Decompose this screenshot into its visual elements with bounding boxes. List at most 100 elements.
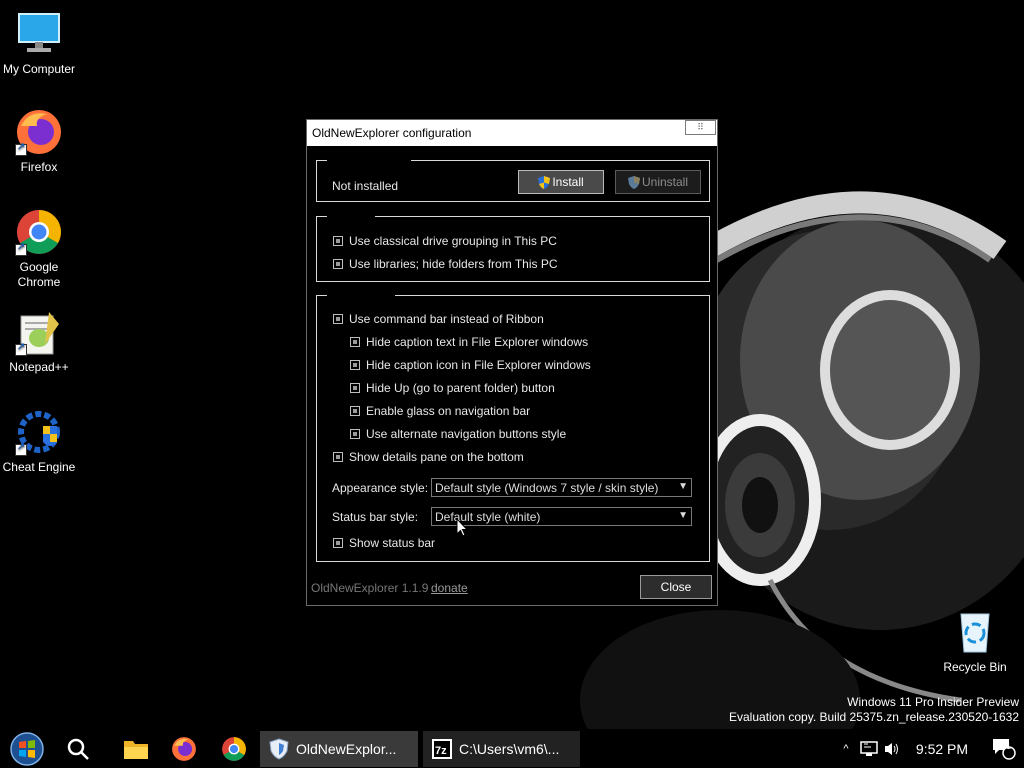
cheat-engine-icon [15, 408, 63, 456]
uac-shield-icon [627, 175, 640, 189]
close-button-label: Close [660, 580, 692, 594]
checkbox[interactable] [333, 452, 343, 462]
oldnewexplorer-icon [269, 738, 289, 760]
close-button[interactable]: Close [640, 575, 712, 599]
option-label: Hide Up (go to parent folder) button [366, 381, 555, 395]
file-explorer-icon [124, 740, 148, 759]
oldnewexplorer-config-dialog: OldNewExplorer configuration ⠿ Not insta… [306, 119, 718, 606]
taskbar-search-button[interactable] [58, 729, 98, 768]
option-label: Use libraries; hide folders from This PC [349, 257, 558, 271]
windows-watermark: Windows 11 Pro Insider Preview Evaluatio… [729, 695, 1019, 724]
taskbar-clock[interactable]: 9:52 PM [908, 729, 976, 768]
close-icon: ⠿ [697, 122, 704, 132]
volume-tray-button[interactable] [882, 729, 902, 768]
checkbox[interactable] [350, 383, 360, 393]
start-button[interactable] [6, 729, 48, 768]
taskbar: OldNewExplor... 7z C:\Users\vm6\... ^ 9:… [0, 729, 1024, 768]
desktop-icon-cheat-engine[interactable]: Cheat Engine [0, 408, 78, 475]
notification-badge: 1 [1006, 741, 1012, 751]
this-pc-group: Use classical drive grouping in This PC … [316, 210, 710, 282]
donate-link[interactable]: donate [431, 581, 468, 595]
version-text: OldNewExplorer 1.1.9 [311, 581, 429, 595]
install-button-label: Install [552, 175, 584, 189]
group-legend [327, 154, 411, 166]
desktop-icon-label: Google Chrome [17, 260, 61, 289]
desktop-icon-recycle-bin[interactable]: Recycle Bin [936, 608, 1014, 675]
mouse-cursor-icon [456, 518, 468, 537]
desktop-icon-notepadpp[interactable]: Notepad++ [0, 308, 78, 375]
search-icon [67, 738, 89, 760]
option-label: Use classical drive grouping in This PC [349, 234, 557, 248]
uac-shield-icon [538, 175, 551, 189]
option-label: Use command bar instead of Ribbon [349, 312, 544, 326]
group-legend [327, 210, 375, 222]
desktop-icon-chrome[interactable]: Google Chrome [0, 208, 78, 290]
dialog-title: OldNewExplorer configuration [312, 126, 472, 140]
checkbox[interactable] [333, 236, 343, 246]
option-label: Use alternate navigation buttons style [366, 427, 567, 441]
taskbar-file-explorer[interactable] [116, 729, 156, 768]
7zip-icon: 7z [432, 739, 452, 759]
option-use-libraries[interactable]: Use libraries; hide folders from This PC [333, 257, 558, 271]
monitor-icon [15, 10, 63, 58]
select-value: Default style (white) [435, 509, 541, 524]
desktop-icon-label: Cheat Engine [2, 460, 76, 474]
status-bar-style-label: Status bar style: [332, 510, 419, 524]
titlebar-close-button[interactable]: ⠿ [685, 120, 716, 135]
install-status-text: Not installed [332, 179, 399, 193]
recycle-bin-icon [951, 608, 999, 656]
appearance-group: Use command bar instead of Ribbon Hide c… [316, 289, 710, 562]
option-classical-drive-grouping[interactable]: Use classical drive grouping in This PC [333, 234, 557, 248]
chrome-icon [222, 736, 246, 761]
checkbox[interactable] [333, 314, 343, 324]
show-hidden-icons-button[interactable]: ^ [838, 729, 854, 768]
desktop-icon-label: Recycle Bin [943, 660, 1007, 674]
install-button[interactable]: Install [518, 170, 604, 194]
option-label: Hide caption icon in File Explorer windo… [366, 358, 591, 372]
notification-icon [993, 738, 1016, 760]
appearance-style-select[interactable]: Default style (Windows 7 style / skin st… [431, 478, 692, 497]
option-command-bar[interactable]: Use command bar instead of Ribbon [333, 312, 544, 326]
taskbar-app-oldnewexplorer[interactable]: OldNewExplor... [260, 731, 418, 767]
network-tray-button[interactable] [858, 729, 880, 768]
desktop-icon-firefox[interactable]: Firefox [0, 108, 78, 175]
taskbar-firefox[interactable] [164, 729, 204, 768]
option-label: Show status bar [349, 536, 436, 550]
start-icon [10, 731, 44, 766]
checkbox[interactable] [333, 259, 343, 269]
checkbox[interactable] [333, 538, 343, 548]
chrome-icon [15, 208, 63, 256]
option-hide-caption-text[interactable]: Hide caption text in File Explorer windo… [350, 335, 588, 349]
select-value: Default style (Windows 7 style / skin st… [435, 480, 659, 495]
option-enable-glass[interactable]: Enable glass on navigation bar [350, 404, 530, 418]
option-details-pane-bottom[interactable]: Show details pane on the bottom [333, 450, 524, 464]
appearance-style-label: Appearance style: [332, 481, 429, 495]
dialog-titlebar[interactable]: OldNewExplorer configuration ⠿ [307, 120, 717, 146]
option-show-status-bar[interactable]: Show status bar [333, 536, 435, 550]
group-legend [327, 289, 395, 301]
watermark-line-1: Windows 11 Pro Insider Preview [847, 695, 1019, 709]
notepadpp-icon [15, 308, 63, 356]
chevron-up-icon: ^ [843, 742, 849, 755]
firefox-icon [15, 108, 63, 156]
option-label: Enable glass on navigation bar [366, 404, 531, 418]
checkbox[interactable] [350, 406, 360, 416]
option-label: Show details pane on the bottom [349, 450, 524, 464]
option-alternate-nav-buttons[interactable]: Use alternate navigation buttons style [350, 427, 566, 441]
taskbar-chrome[interactable] [214, 729, 254, 768]
checkbox[interactable] [350, 360, 360, 370]
desktop-icon-my-computer[interactable]: My Computer [0, 10, 78, 77]
chevron-down-icon: ▼ [678, 510, 688, 521]
taskbar-app-7zip[interactable]: 7z C:\Users\vm6\... [423, 731, 580, 767]
svg-text:7z: 7z [435, 745, 447, 757]
status-bar-style-select[interactable]: Default style (white) ▼ [431, 507, 692, 526]
network-icon [860, 740, 878, 756]
uninstall-button-label: Uninstall [641, 175, 689, 189]
option-hide-up-button[interactable]: Hide Up (go to parent folder) button [350, 381, 555, 395]
option-hide-caption-icon[interactable]: Hide caption icon in File Explorer windo… [350, 358, 591, 372]
option-label: Hide caption text in File Explorer windo… [366, 335, 589, 349]
notification-center-button[interactable]: 1 [988, 729, 1020, 768]
checkbox[interactable] [350, 429, 360, 439]
checkbox[interactable] [350, 337, 360, 347]
uninstall-button[interactable]: Uninstall [615, 170, 701, 194]
